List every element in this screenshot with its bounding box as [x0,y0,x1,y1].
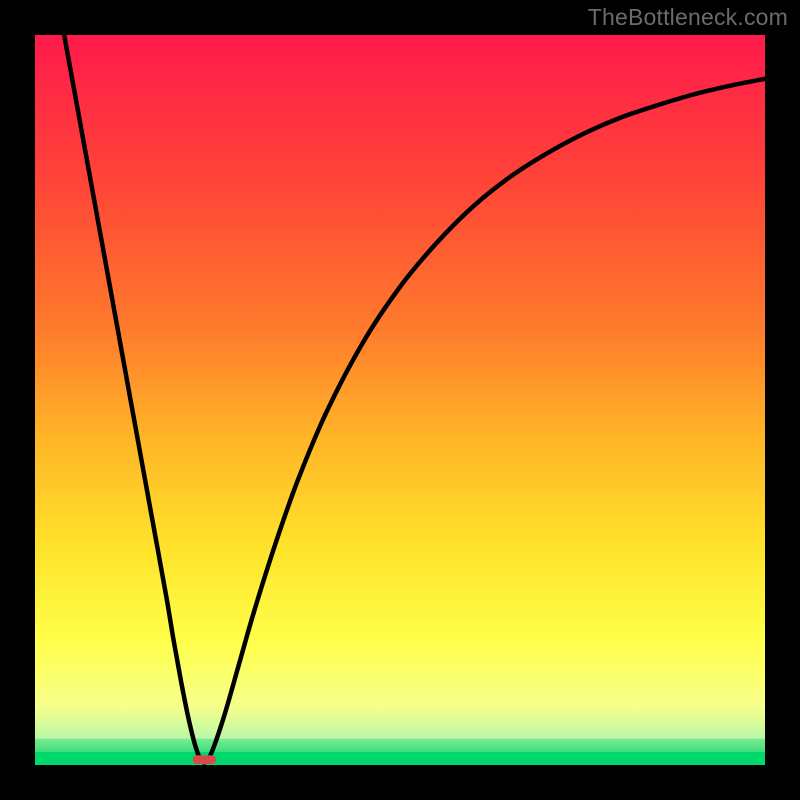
watermark-text: TheBottleneck.com [588,4,788,31]
green-transition-band [35,739,765,752]
bottleneck-chart [35,35,765,765]
plot-area [35,35,765,765]
green-bottom-band [35,752,765,765]
chart-frame: TheBottleneck.com [0,0,800,800]
chart-background-gradient [35,35,765,765]
minimum-marker [193,755,216,764]
